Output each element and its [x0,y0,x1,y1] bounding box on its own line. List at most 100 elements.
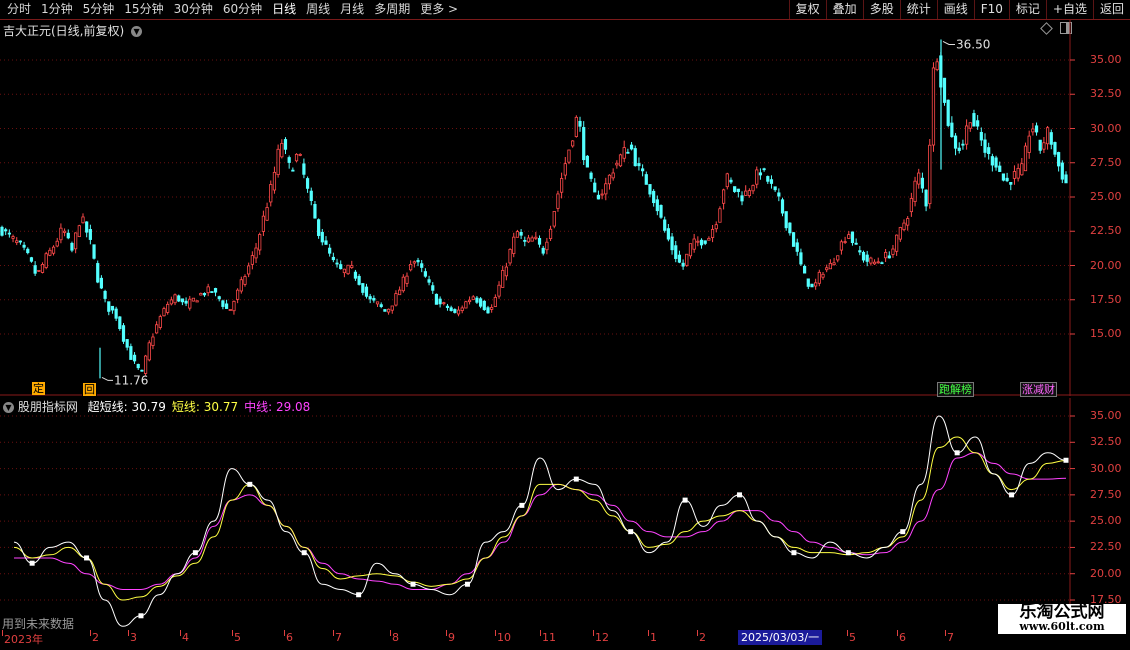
candle [578,116,582,132]
candle [206,283,210,297]
candle [806,278,810,290]
candle [420,260,424,273]
period-tab-0[interactable]: 分时 [2,0,36,19]
candle [324,236,328,245]
toolbar-button-3[interactable]: 统计 [899,0,937,19]
candle [869,256,873,266]
candle [872,259,877,266]
candle [309,187,313,206]
candle [434,293,439,305]
ding-tag[interactable]: 定 [32,382,45,395]
period-tab-2[interactable]: 5分钟 [78,0,120,19]
candle [77,224,81,238]
candle [913,176,917,207]
toolbar-button-0[interactable]: 复权 [788,0,826,19]
candle [317,218,321,239]
period-tab-4[interactable]: 30分钟 [169,0,218,19]
candle [556,190,560,212]
candle [847,231,851,239]
candle [979,127,983,146]
candle [773,186,777,192]
candle [217,295,221,302]
candle [545,237,549,255]
period-tab-6[interactable]: 日线 [267,0,301,19]
candle [449,305,453,312]
period-tab-8[interactable]: 月线 [335,0,369,19]
candle [791,232,796,247]
candle [272,166,277,194]
period-tab-9[interactable]: 多周期 [369,0,415,19]
date-tick-label: 6 [899,631,906,644]
candle [26,247,30,255]
candle [1038,139,1042,154]
candle [729,177,733,184]
toolbar-button-8[interactable]: 返回 [1092,0,1130,19]
candle [821,272,825,280]
candle [571,140,575,148]
candle [1027,130,1031,159]
candle [508,248,512,266]
zhangjiancai-tag[interactable]: 涨减财 [1020,382,1057,397]
period-tab-1[interactable]: 1分钟 [36,0,78,19]
candle [423,268,427,278]
toolbar-button-4[interactable]: 画线 [936,0,974,19]
date-tick-label: 4 [182,631,189,644]
candle [486,305,490,314]
toolbar-button-2[interactable]: 多股 [862,0,900,19]
candle [250,251,254,270]
period-tab-5[interactable]: 60分钟 [218,0,267,19]
price-tick-label: 30.00 [1090,121,1122,135]
period-tab-3[interactable]: 15分钟 [119,0,168,19]
toolbar-button-5[interactable]: F10 [973,0,1009,19]
candle [685,253,689,267]
candle [74,232,78,254]
candle [891,244,895,258]
price-tick-label: 17.50 [1090,292,1122,306]
candle [15,237,19,246]
candle [335,258,339,268]
candle [412,260,416,268]
bejiebang-tag[interactable]: 跑解榜 [937,382,974,397]
watermark-url: www.60lt.com [1019,620,1105,633]
candle [699,238,704,249]
signal-dot [954,450,960,456]
date-tick-mark [128,630,129,636]
candle [254,243,258,264]
candle [537,235,542,248]
candle [541,245,545,256]
candle [593,178,597,193]
candle [136,363,140,370]
toolbar-button-7[interactable]: +自选 [1045,0,1093,19]
toolbar-button-1[interactable]: 叠加 [825,0,863,19]
signal-dot [1063,457,1069,463]
hui-tag[interactable]: 回 [82,382,97,397]
candle [497,281,501,299]
candle [652,189,656,207]
candle [357,274,361,286]
indicator-tick-label: 35.00 [1090,409,1122,422]
candle [313,200,317,219]
candle [379,302,383,309]
candle [548,225,553,242]
cursor-date: 2025/03/03/一 [738,630,823,645]
period-tab-7[interactable]: 周线 [301,0,335,19]
signal-dot [519,502,525,508]
candle [769,175,774,189]
candle [751,184,755,195]
toolbar-button-6[interactable]: 标记 [1008,0,1046,19]
candle [501,265,505,288]
candle [184,297,188,307]
candle [1034,122,1039,136]
candle [920,172,925,193]
candle [799,248,803,266]
candle [942,77,947,106]
candle [626,148,630,154]
price-tick-label: 15.00 [1090,327,1122,340]
candle [383,309,387,312]
candle [663,216,667,233]
period-tab-10[interactable]: 更多 > [415,0,463,19]
candle [762,167,766,172]
candle [265,202,269,221]
candle [560,172,564,199]
date-tick-label: 2 [699,631,706,644]
